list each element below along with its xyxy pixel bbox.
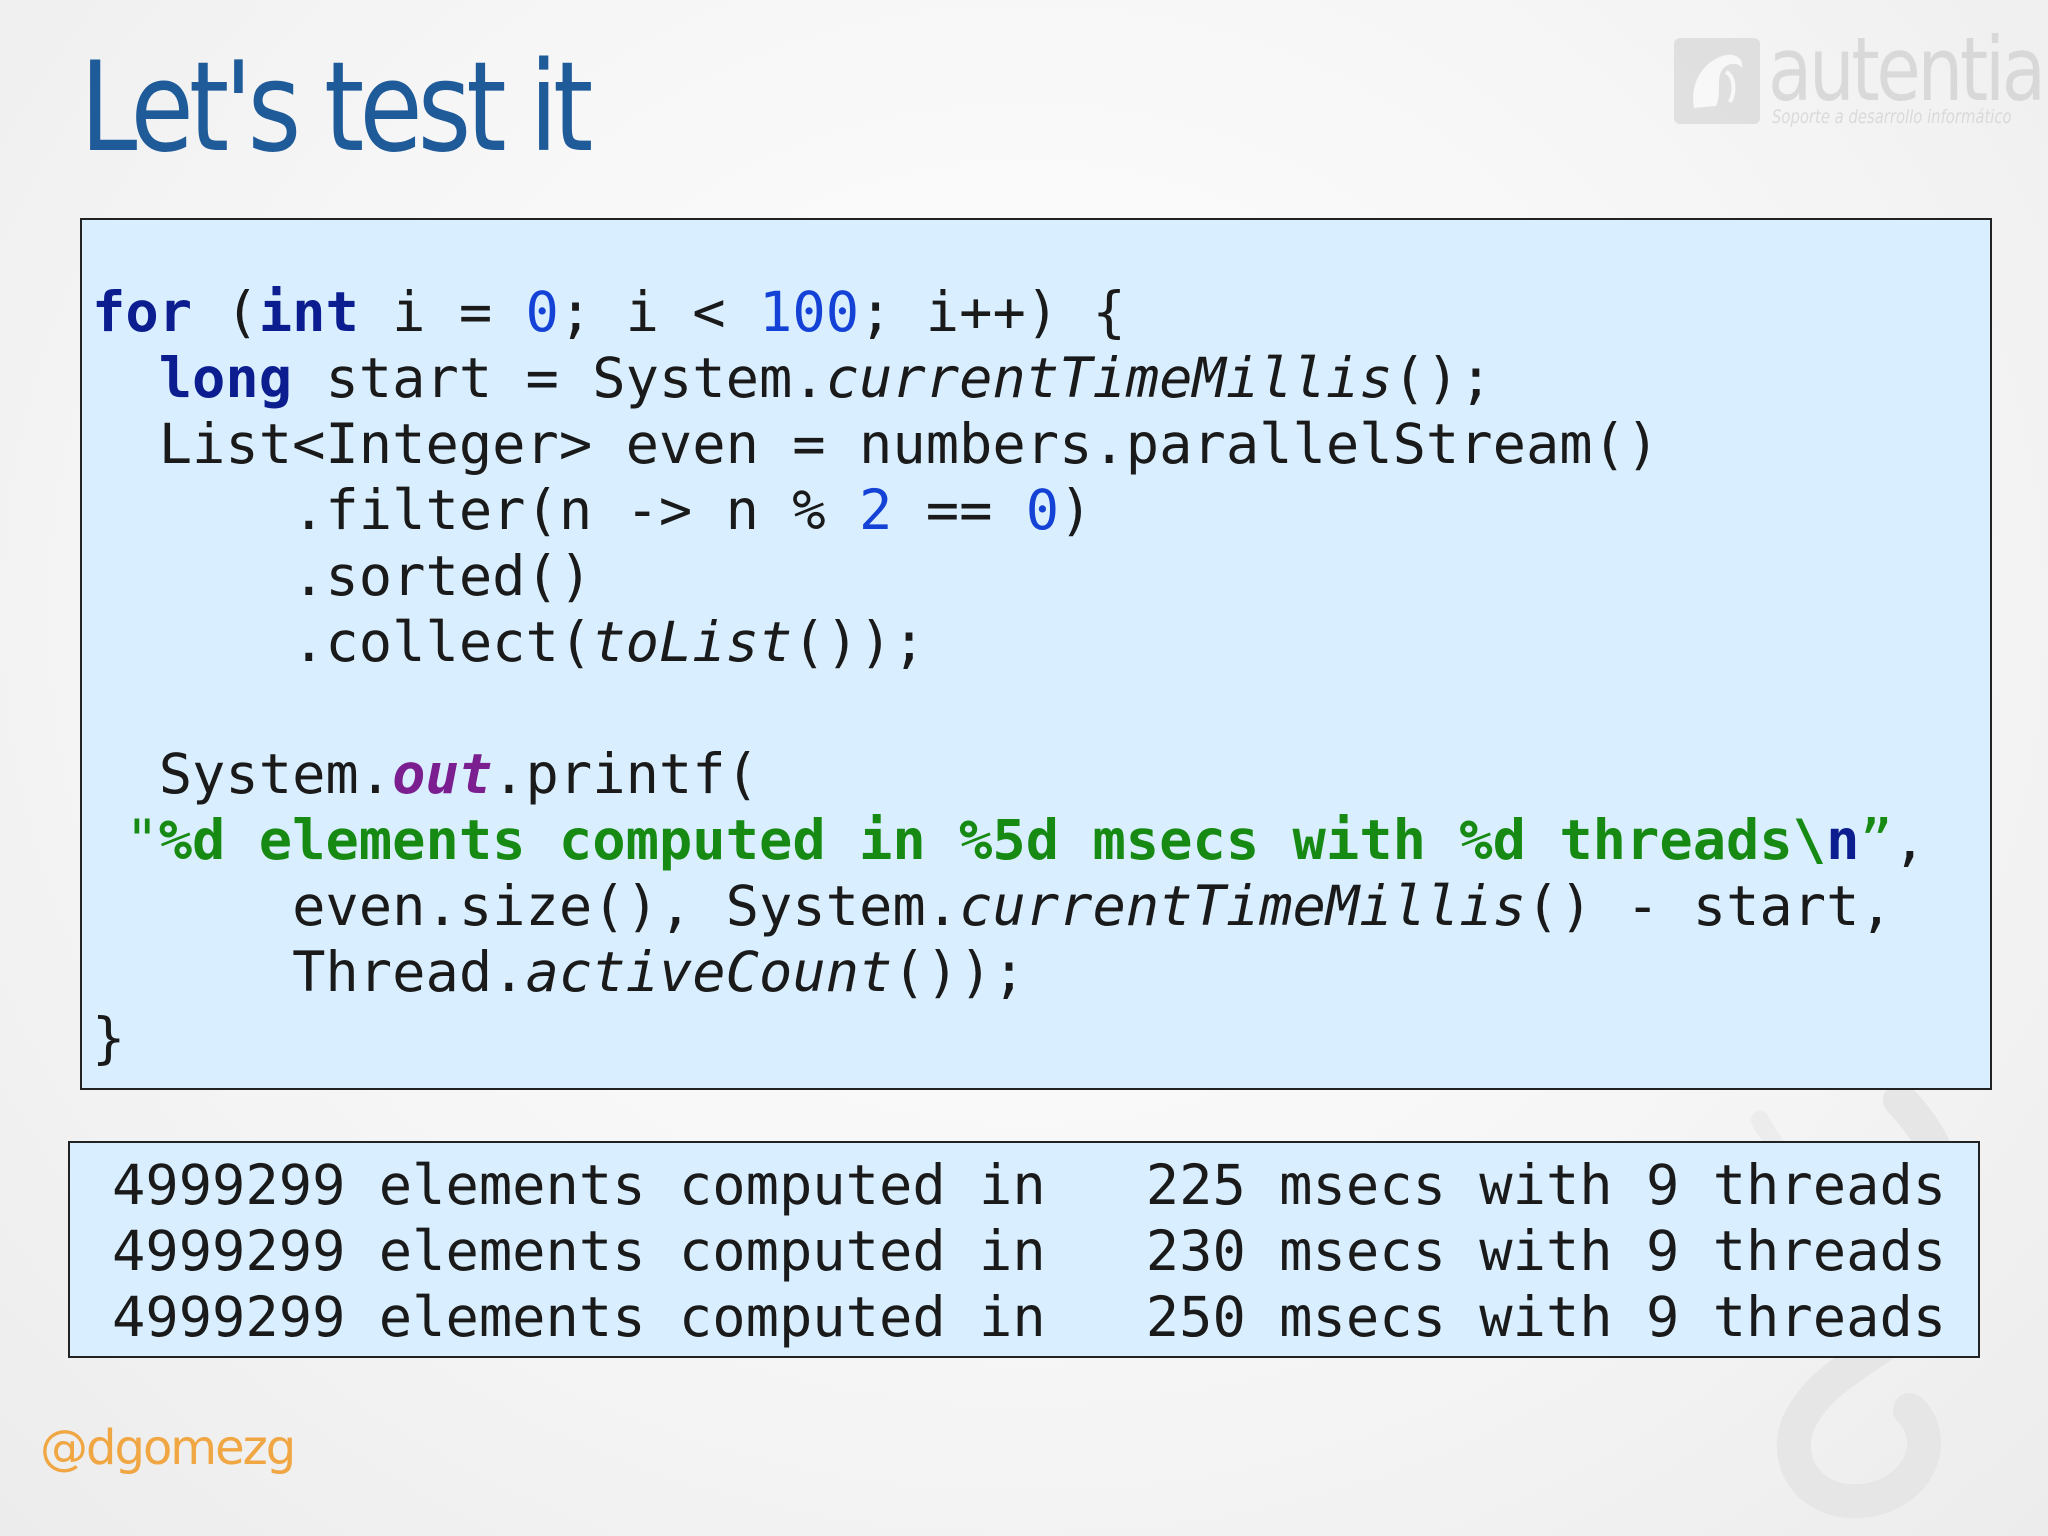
code-token: currentTimeMillis: [825, 347, 1393, 411]
twitter-handle: @dgomezg: [40, 1420, 296, 1476]
code-token: 0: [525, 281, 559, 345]
code-token: 0: [1025, 479, 1060, 543]
code-line: System.out.printf(: [92, 743, 759, 807]
code-token: ; i <: [558, 281, 759, 345]
code-token: ; i++) {: [859, 281, 1126, 345]
code-token: System.: [92, 743, 393, 807]
code-line: .filter(n -> n % 2 == 0): [92, 479, 1093, 543]
code-line: even.size(), System.currentTimeMillis() …: [92, 875, 1893, 939]
code-block: for (int i = 0; i < 100; i++) { long sta…: [80, 218, 1992, 1090]
code-token: start = System.: [292, 347, 826, 411]
code-token: ());: [792, 611, 926, 675]
code-token: n: [1826, 809, 1860, 873]
code-token: %d elements computed in %5d msecs with %…: [158, 809, 1827, 873]
code-token: 2: [859, 479, 893, 543]
java-code: for (int i = 0; i < 100; i++) { long sta…: [92, 280, 1926, 1072]
code-token: }: [92, 1007, 126, 1071]
code-line: Thread.activeCount());: [92, 941, 1026, 1005]
output-line: 4999299 elements computed in 225 msecs w…: [112, 1154, 1947, 1218]
code-line: }: [92, 1007, 125, 1071]
code-token: .printf(: [492, 743, 759, 807]
code-line: .sorted(): [92, 545, 592, 609]
code-token: .sorted(): [92, 545, 593, 609]
autentia-logo: autentia Soporte a desarrollo informátic…: [1672, 18, 2046, 132]
slide-title: Let's test it: [80, 36, 593, 180]
code-token: activeCount: [525, 941, 893, 1005]
code-token: Thread.: [92, 941, 526, 1005]
code-token: .collect(: [92, 611, 593, 675]
code-token: ”: [1859, 809, 1893, 873]
output-console: 4999299 elements computed in 225 msecs w…: [68, 1141, 1980, 1358]
output-line: 4999299 elements computed in 230 msecs w…: [112, 1220, 1947, 1284]
code-token: out: [392, 743, 493, 807]
code-token: ,: [1892, 809, 1927, 873]
output-line: 4999299 elements computed in 250 msecs w…: [112, 1286, 1947, 1350]
code-token: .filter(n -> n %: [92, 479, 860, 543]
code-token: ": [92, 809, 159, 873]
code-token: 100: [759, 281, 860, 345]
code-token: currentTimeMillis: [959, 875, 1526, 939]
code-line: .collect(toList());: [92, 611, 926, 675]
code-token: List<Integer> even = numbers.parallelStr…: [92, 413, 1660, 477]
code-token: ): [1059, 479, 1093, 543]
code-line: long start = System.currentTimeMillis();: [92, 347, 1493, 411]
code-token: long: [158, 347, 293, 411]
code-token: () - start,: [1525, 875, 1893, 939]
code-token: ();: [1392, 347, 1493, 411]
code-token: i =: [358, 281, 526, 345]
code-token: toList: [592, 611, 793, 675]
code-token: even.size(), System.: [92, 875, 960, 939]
code-line: for (int i = 0; i < 100; i++) {: [92, 281, 1126, 345]
logo-tagline: Soporte a desarrollo informático: [1772, 106, 2012, 128]
autentia-logo-icon: [1674, 38, 1760, 124]
code-line: "%d elements computed in %5d msecs with …: [92, 809, 1926, 873]
code-token: for: [92, 281, 193, 345]
code-token: int: [258, 281, 359, 345]
code-token: (: [192, 281, 259, 345]
code-line: List<Integer> even = numbers.parallelStr…: [92, 413, 1660, 477]
code-token: ());: [892, 941, 1026, 1005]
code-token: ==: [892, 479, 1026, 543]
